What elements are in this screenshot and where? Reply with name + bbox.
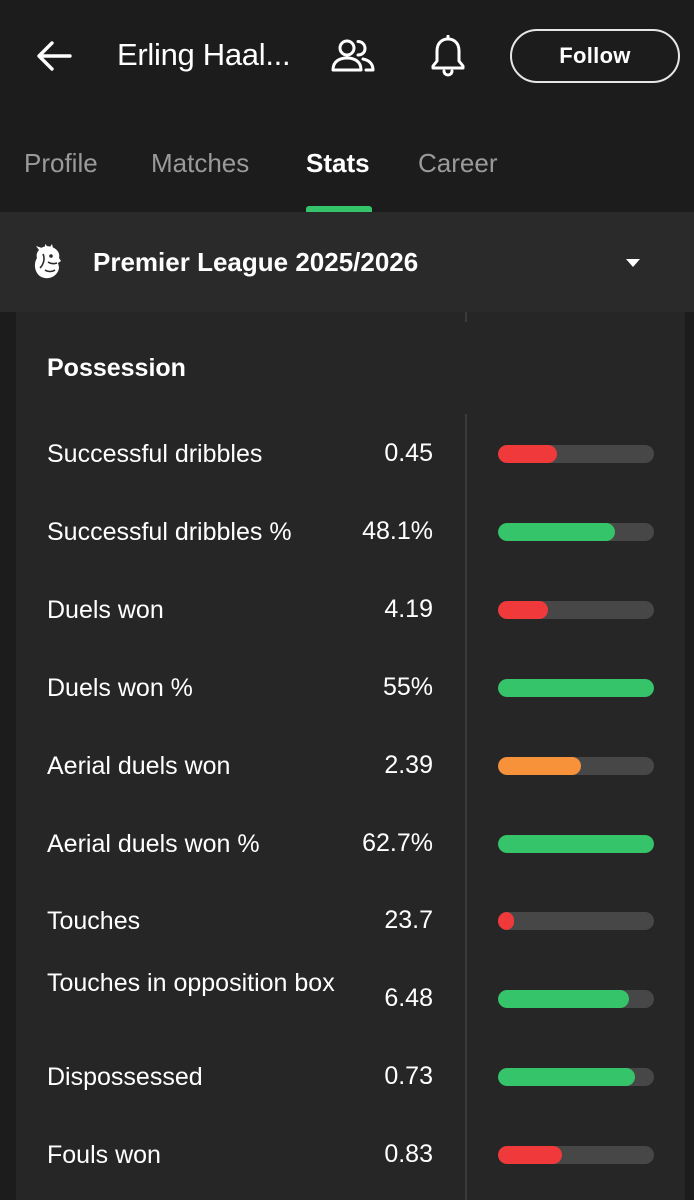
stat-label: Fouls won <box>47 1140 161 1169</box>
percentile-bar <box>498 679 654 697</box>
player-name-title: Erling Haal... <box>117 37 291 72</box>
percentile-bar-fill <box>498 445 558 463</box>
follow-button[interactable]: Follow <box>510 29 680 83</box>
player-tabs: Profile Matches Stats Career <box>0 112 694 212</box>
percentile-bar <box>498 445 654 463</box>
stat-label: Touches in opposition box <box>47 969 335 997</box>
notifications-button[interactable] <box>424 32 472 80</box>
column-divider <box>465 312 467 322</box>
stat-row: Touches in opposition box 6.48 <box>0 969 694 1029</box>
stat-label: Duels won <box>47 595 164 624</box>
percentile-bar-fill <box>498 757 581 775</box>
percentile-bar <box>498 757 654 775</box>
stat-value: 62.7% <box>362 829 433 857</box>
percentile-bar <box>498 912 654 930</box>
stat-row: Successful dribbles % 48.1% <box>0 502 694 562</box>
stat-label: Successful dribbles % <box>47 517 292 546</box>
stat-value: 0.45 <box>384 439 433 467</box>
tab-profile[interactable]: Profile <box>24 148 98 179</box>
percentile-bar-fill <box>498 679 654 697</box>
percentile-bar-fill <box>498 1068 636 1086</box>
stat-value: 6.48 <box>384 984 433 1012</box>
stat-label: Touches <box>47 906 141 935</box>
top-app-bar: Erling Haal... Follow <box>0 0 694 112</box>
stat-label: Dispossessed <box>47 1062 203 1091</box>
stat-label: Successful dribbles <box>47 439 263 468</box>
section-title: Possession <box>47 354 186 382</box>
premier-league-lion-icon <box>34 244 61 279</box>
league-season-selector[interactable]: Premier League 2025/2026 <box>0 212 694 312</box>
stat-value: 48.1% <box>362 517 433 545</box>
stat-row: Successful dribbles 0.45 <box>0 424 694 484</box>
people-icon <box>331 39 375 72</box>
percentile-bar <box>498 523 654 541</box>
percentile-bar-fill <box>498 990 630 1008</box>
stat-value: 0.83 <box>384 1140 433 1168</box>
stat-value: 55% <box>382 673 433 701</box>
stat-row: Aerial duels won % 62.7% <box>0 814 694 874</box>
stat-row: Dispossessed 0.73 <box>0 1047 694 1107</box>
percentile-bar-fill <box>498 601 548 619</box>
percentile-bar <box>498 1068 654 1086</box>
stat-value: 23.7 <box>384 906 433 934</box>
percentile-bar <box>498 601 654 619</box>
stat-label: Aerial duels won <box>47 751 231 780</box>
percentile-bar-fill <box>498 835 654 853</box>
percentile-bar-fill <box>498 912 514 930</box>
league-season-label: Premier League 2025/2026 <box>93 247 419 277</box>
tab-stats[interactable]: Stats <box>306 148 370 179</box>
stat-row: Touches 23.7 <box>0 891 694 951</box>
stat-label: Duels won % <box>47 673 193 702</box>
stat-row: Duels won % 55% <box>0 658 694 718</box>
stat-row: Duels won 4.19 <box>0 580 694 640</box>
percentile-bar <box>498 1146 654 1164</box>
back-button[interactable] <box>30 34 78 78</box>
stat-row: Fouls won 0.83 <box>0 1125 694 1185</box>
percentile-bar <box>498 990 654 1008</box>
stat-value: 2.39 <box>384 751 433 779</box>
tab-matches[interactable]: Matches <box>151 148 249 179</box>
dropdown-caret-icon <box>620 252 646 274</box>
arrow-left-icon <box>37 41 72 71</box>
tab-career[interactable]: Career <box>418 148 497 179</box>
stat-value: 4.19 <box>384 595 433 623</box>
percentile-bar-fill <box>498 1146 562 1164</box>
bell-icon <box>431 35 465 77</box>
stat-row: Aerial duels won 2.39 <box>0 736 694 796</box>
percentile-bar <box>498 835 654 853</box>
stat-value: 0.73 <box>384 1062 433 1090</box>
percentile-bar-fill <box>498 523 615 541</box>
compare-players-button[interactable] <box>329 32 377 80</box>
stat-label: Aerial duels won % <box>47 829 260 858</box>
